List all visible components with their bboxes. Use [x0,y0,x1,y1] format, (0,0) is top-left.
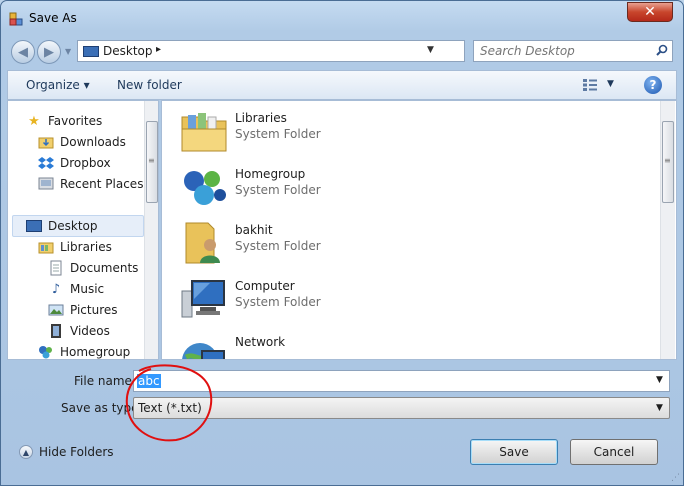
organize-menu[interactable]: Organize ▾ [26,78,90,92]
desktop-icon [26,218,42,234]
recent-locations-dropdown[interactable]: ▼ [65,47,75,57]
computer-icon [181,280,225,318]
recent-places-icon [38,176,54,192]
list-item[interactable]: bakhit System Folder [180,215,580,265]
forward-button[interactable]: ▶ [37,40,61,64]
resize-grip-icon[interactable]: ⋰ [671,473,680,483]
sidebar-item-dropbox[interactable]: Dropbox [38,153,111,173]
sidebar-item-label: Dropbox [60,156,111,170]
videos-icon [48,323,64,339]
libraries-icon [38,239,54,255]
sidebar-item-label: Libraries [60,240,112,254]
file-name: bakhit [235,223,273,237]
nav-scrollbar[interactable]: ≡ [144,101,158,359]
music-icon: ♪ [51,281,61,297]
desktop-icon [83,46,99,57]
libraries-folder-icon [181,113,227,152]
sidebar-item-label: Homegroup [60,345,131,359]
list-item[interactable]: Computer System Folder [180,271,580,321]
help-icon: ? [649,78,657,92]
file-name-dropdown-icon[interactable]: ▼ [656,375,663,385]
list-item[interactable]: Network [180,327,580,359]
search-box[interactable] [473,40,673,62]
hide-folders-label: Hide Folders [39,445,114,459]
address-bar[interactable]: Desktop ▸ ▼ ⇆ [77,40,537,62]
save-as-type-select[interactable]: Text (*.txt) ▼ [133,397,670,419]
sidebar-item-label: Documents [70,261,139,275]
sidebar-item-pictures[interactable]: Pictures [48,300,118,320]
new-folder-button[interactable]: New folder [117,78,182,92]
documents-icon [48,260,64,276]
save-as-type-dropdown-icon[interactable]: ▼ [656,403,663,413]
sidebar-item-label: Pictures [70,303,118,317]
app-icon [9,12,23,26]
sidebar-item-label: Downloads [60,135,126,149]
file-name-field[interactable]: abc ▼ [133,370,670,392]
sidebar-item-label: Desktop [48,219,98,233]
command-bar: Organize ▾ New folder ▼ ? [7,70,677,100]
scroll-grip-icon: ≡ [148,156,155,165]
views-dropdown-icon[interactable]: ▼ [607,79,614,89]
sidebar-item-music[interactable]: ♪ Music [48,279,104,299]
close-icon: ✕ [644,4,656,20]
sidebar-item-favorites[interactable]: ★ Favorites [26,111,102,131]
back-button[interactable]: ◀ [11,40,35,64]
chevron-up-icon: ▲ [19,445,33,459]
save-as-type-value: Text (*.txt) [138,401,202,415]
address-dropdown-icon[interactable]: ▼ [427,45,434,55]
file-name-label: File name: [74,374,136,388]
back-arrow-icon: ◀ [18,44,28,60]
sidebar-item-desktop[interactable]: Desktop [26,216,98,236]
forward-arrow-icon: ▶ [44,44,54,60]
file-name: Network [235,335,286,349]
scroll-grip-icon: ≡ [664,156,671,165]
list-item[interactable]: Libraries System Folder [180,103,580,153]
list-item[interactable]: Homegroup System Folder [180,159,580,209]
close-button[interactable]: ✕ [627,2,673,22]
sidebar-item-recent-places[interactable]: Recent Places [38,174,143,194]
sidebar-item-label: Videos [70,324,110,338]
sidebar-item-label: Favorites [48,114,103,128]
help-button[interactable]: ? [644,76,662,94]
file-type: System Folder [235,239,321,253]
file-list[interactable]: Libraries System Folder Homegroup System… [161,100,677,360]
hide-folders-toggle[interactable]: ▲ Hide Folders [19,445,114,459]
homegroup-icon [184,171,226,205]
sidebar-item-homegroup[interactable]: Homegroup [38,342,131,359]
sidebar-item-documents[interactable]: Documents [48,258,138,278]
sidebar-item-downloads[interactable]: Downloads [38,132,126,152]
file-name: Homegroup [235,167,306,181]
sidebar-item-label: Recent Places [60,177,144,191]
save-button[interactable]: Save [470,439,558,465]
title-bar[interactable]: Save As ✕ [1,1,683,33]
file-type: System Folder [235,127,321,141]
navigation-pane[interactable]: ★ Favorites Downloads Dropbox Recent Pla… [7,100,159,360]
breadcrumb-chevron-icon[interactable]: ▸ [156,44,161,55]
save-as-dialog: Save As ✕ ◀ ▶ ▼ Desktop ▸ ▼ ⇆ Organize ▾… [0,0,684,486]
sidebar-item-videos[interactable]: Videos [48,321,110,341]
sidebar-item-libraries[interactable]: Libraries [38,237,112,257]
file-name-value[interactable]: abc [137,374,161,388]
search-icon[interactable] [656,44,668,59]
file-name: Computer [235,279,295,293]
file-list-scrollbar[interactable]: ≡ [660,101,675,359]
user-folder-icon [185,222,220,264]
cancel-button[interactable]: Cancel [570,439,658,465]
views-icon[interactable] [582,78,598,92]
file-type: System Folder [235,183,321,197]
sidebar-item-label: Music [70,282,105,296]
search-input[interactable] [480,44,650,58]
star-icon: ★ [28,113,40,129]
network-icon [182,343,225,359]
dropbox-icon [38,155,54,171]
save-as-type-label: Save as type: [61,401,143,415]
downloads-folder-icon [38,134,54,150]
homegroup-icon [38,344,54,359]
window-title: Save As [29,11,77,25]
file-name: Libraries [235,111,287,125]
address-location[interactable]: Desktop [103,44,153,58]
pictures-icon [48,302,64,318]
file-type: System Folder [235,295,321,309]
